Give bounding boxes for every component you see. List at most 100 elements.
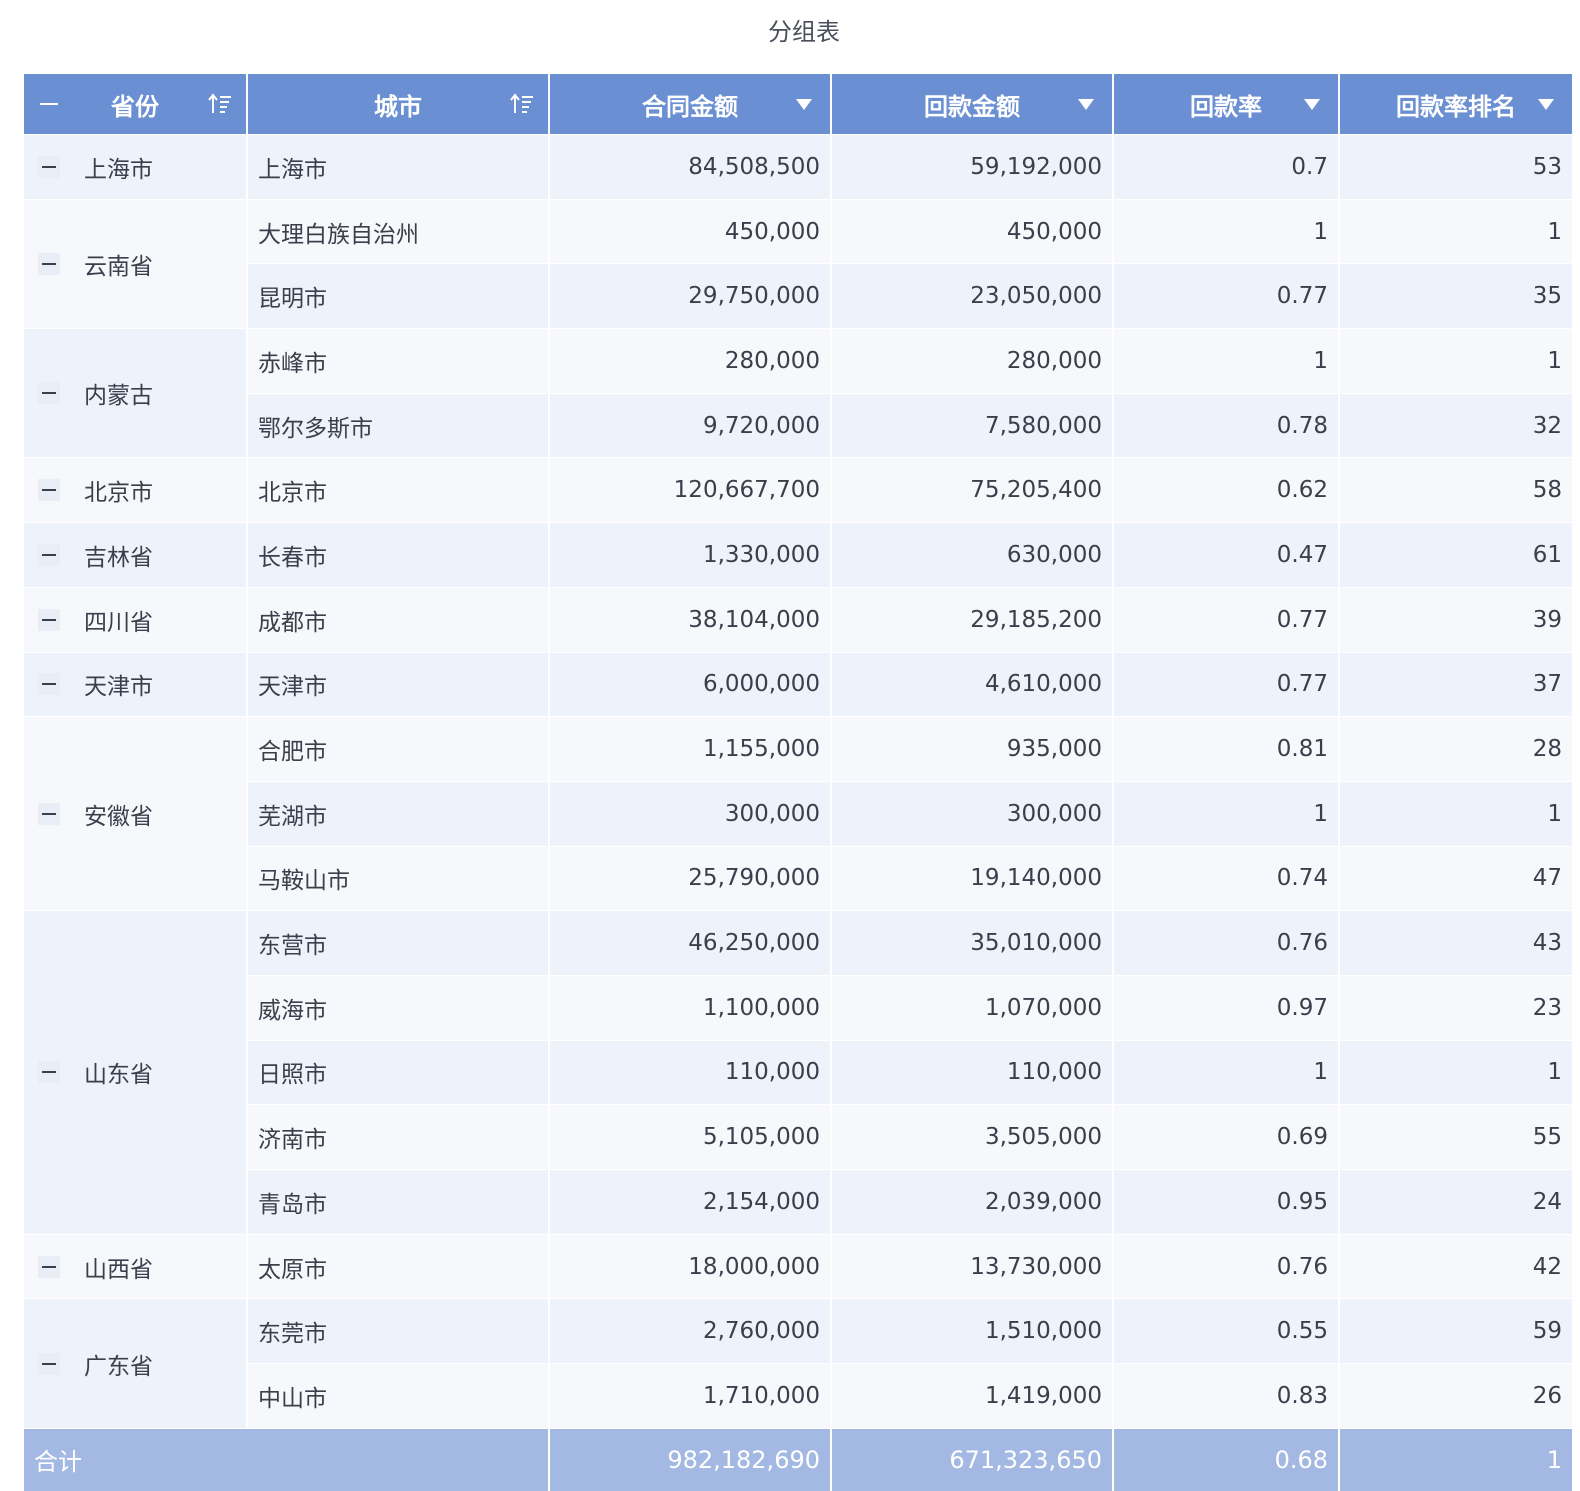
payment-amount-cell: 280,000 — [832, 329, 1112, 393]
dropdown-triangle-icon[interactable] — [1304, 99, 1320, 110]
province-group-cell: 天津市 — [24, 652, 246, 717]
payment-rate-cell: 0.77 — [1114, 264, 1338, 329]
city-cell: 长春市 — [248, 523, 548, 587]
payment-rate-cell: 0.77 — [1114, 587, 1338, 652]
rate-rank-cell: 59 — [1340, 1299, 1572, 1364]
rate-rank-cell: 47 — [1340, 846, 1572, 911]
province-group-cell: 上海市 — [24, 135, 246, 199]
collapse-group-icon[interactable] — [38, 1061, 60, 1084]
payment-rate-cell: 1 — [1114, 781, 1338, 846]
province-name: 吉林省 — [84, 544, 153, 571]
contract-amount-cell: 300,000 — [550, 781, 830, 846]
payment-amount-cell: 2,039,000 — [832, 1170, 1112, 1234]
city-cell: 东莞市 — [248, 1299, 548, 1364]
header-contract-amount[interactable]: 合同金额 — [550, 74, 830, 134]
table-title: 分组表 — [768, 18, 840, 46]
city-cell: 赤峰市 — [248, 329, 548, 393]
province-group-cell: 内蒙古 — [24, 329, 246, 458]
collapse-group-icon[interactable] — [38, 802, 60, 825]
province-name: 云南省 — [84, 253, 153, 280]
payment-amount-cell: 1,070,000 — [832, 975, 1112, 1040]
rate-rank-cell: 37 — [1340, 652, 1572, 717]
dropdown-triangle-icon[interactable] — [1078, 99, 1094, 110]
rate-rank-cell: 1 — [1340, 199, 1572, 264]
province-group-cell: 广东省 — [24, 1299, 246, 1428]
province-name: 天津市 — [84, 674, 153, 701]
province-name: 安徽省 — [84, 803, 153, 830]
payment-rate-cell: 0.77 — [1114, 652, 1338, 717]
payment-rate-cell: 1 — [1114, 1040, 1338, 1105]
collapse-group-icon[interactable] — [38, 382, 60, 405]
header-payment-rate[interactable]: 回款率 — [1114, 74, 1338, 134]
payment-amount-cell: 29,185,200 — [832, 587, 1112, 652]
payment-rate-cell: 0.47 — [1114, 523, 1338, 587]
rate-rank-cell: 58 — [1340, 458, 1572, 523]
dropdown-triangle-icon[interactable] — [1538, 99, 1554, 110]
province-name: 内蒙古 — [84, 383, 153, 410]
sort-ascending-icon[interactable] — [208, 92, 232, 116]
rate-rank-cell: 1 — [1340, 329, 1572, 393]
province-name: 北京市 — [84, 480, 153, 507]
payment-amount-cell: 3,505,000 — [832, 1105, 1112, 1169]
payment-amount-cell: 7,580,000 — [832, 393, 1112, 458]
collapse-all-icon[interactable] — [40, 103, 58, 105]
province-group-cell: 山西省 — [24, 1234, 246, 1299]
city-cell: 上海市 — [248, 135, 548, 199]
contract-amount-cell: 38,104,000 — [550, 587, 830, 652]
collapse-group-icon[interactable] — [38, 673, 60, 696]
contract-amount-cell: 1,330,000 — [550, 523, 830, 587]
contract-amount-cell: 110,000 — [550, 1040, 830, 1105]
city-cell: 成都市 — [248, 587, 548, 652]
sort-ascending-icon[interactable] — [510, 92, 534, 116]
contract-amount-cell: 2,760,000 — [550, 1299, 830, 1364]
collapse-group-icon[interactable] — [38, 479, 60, 502]
city-cell: 青岛市 — [248, 1170, 548, 1234]
province-name: 四川省 — [84, 609, 153, 636]
province-name: 上海市 — [84, 156, 153, 183]
city-cell: 鄂尔多斯市 — [248, 393, 548, 458]
dropdown-triangle-icon[interactable] — [796, 99, 812, 110]
city-cell: 芜湖市 — [248, 781, 548, 846]
city-cell: 天津市 — [248, 652, 548, 717]
payment-amount-cell: 35,010,000 — [832, 911, 1112, 975]
total-payment-rate: 0.68 — [1114, 1428, 1338, 1491]
contract-amount-cell: 450,000 — [550, 199, 830, 264]
rate-rank-cell: 55 — [1340, 1105, 1572, 1169]
contract-amount-cell: 1,710,000 — [550, 1364, 830, 1428]
province-group-cell: 四川省 — [24, 587, 246, 652]
contract-amount-cell: 2,154,000 — [550, 1170, 830, 1234]
header-province[interactable]: 省份 — [24, 74, 246, 134]
rate-rank-cell: 53 — [1340, 135, 1572, 199]
city-cell: 太原市 — [248, 1234, 548, 1299]
city-cell: 昆明市 — [248, 264, 548, 329]
rate-rank-cell: 43 — [1340, 911, 1572, 975]
collapse-group-icon[interactable] — [38, 1352, 60, 1375]
payment-amount-cell: 59,192,000 — [832, 135, 1112, 199]
collapse-group-icon[interactable] — [38, 1255, 60, 1278]
rate-rank-cell: 1 — [1340, 1040, 1572, 1105]
header-payment-amount[interactable]: 回款金额 — [832, 74, 1112, 134]
rate-rank-cell: 24 — [1340, 1170, 1572, 1234]
contract-amount-cell: 46,250,000 — [550, 911, 830, 975]
province-name: 广东省 — [84, 1353, 153, 1380]
header-contract-label: 合同金额 — [642, 92, 738, 121]
payment-rate-cell: 0.76 — [1114, 1234, 1338, 1299]
contract-amount-cell: 1,100,000 — [550, 975, 830, 1040]
header-province-label: 省份 — [111, 92, 159, 121]
grouped-table: 省份 城市 合同金额 回款金额 回款率 回款率排名 上海市 上海市 84,508,5… — [24, 74, 1576, 1491]
collapse-group-icon[interactable] — [38, 252, 60, 275]
collapse-group-icon[interactable] — [38, 155, 60, 178]
header-payment-label: 回款金额 — [924, 92, 1020, 121]
payment-amount-cell: 300,000 — [832, 781, 1112, 846]
payment-rate-cell: 0.81 — [1114, 717, 1338, 781]
city-cell: 大理白族自治州 — [248, 199, 548, 264]
province-group-cell: 北京市 — [24, 458, 246, 523]
header-city[interactable]: 城市 — [248, 74, 548, 134]
header-rate-label: 回款率 — [1190, 92, 1262, 121]
collapse-group-icon[interactable] — [38, 543, 60, 566]
city-cell: 东营市 — [248, 911, 548, 975]
header-rate-rank[interactable]: 回款率排名 — [1340, 74, 1572, 134]
payment-amount-cell: 19,140,000 — [832, 846, 1112, 911]
collapse-group-icon[interactable] — [38, 608, 60, 631]
payment-rate-cell: 0.74 — [1114, 846, 1338, 911]
